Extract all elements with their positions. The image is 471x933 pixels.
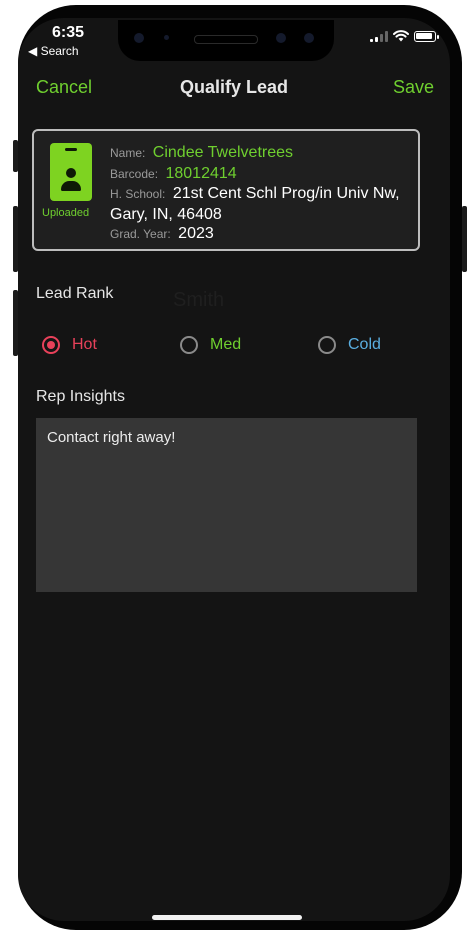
name-label: Name: xyxy=(110,146,146,160)
radio-empty-icon[interactable] xyxy=(180,336,198,354)
grad-year-value: 2023 xyxy=(178,225,214,242)
rank-option-cold[interactable]: Cold xyxy=(318,336,381,354)
badge-slot xyxy=(65,148,77,151)
rank-option-med[interactable]: Med xyxy=(180,336,241,354)
lead-info: Name: Cindee Twelvetrees Barcode: 180124… xyxy=(110,143,406,245)
grad-year-label: Grad. Year: xyxy=(110,227,171,241)
badge-person-head xyxy=(66,168,76,178)
rank-option-hot[interactable]: Hot xyxy=(42,336,97,354)
lead-rank-title: Lead Rank xyxy=(36,285,114,302)
status-time: 6:35 xyxy=(52,24,85,41)
upload-status: Uploaded xyxy=(42,207,90,219)
radio-selected-icon[interactable] xyxy=(42,336,60,354)
barcode-label: Barcode: xyxy=(110,166,159,181)
rank-option-label: Cold xyxy=(348,336,381,353)
school-row: H. School: 21st Cent Schl Prog/in Univ N… xyxy=(110,184,406,224)
id-badge-icon xyxy=(50,143,92,201)
rep-insights-title: Rep Insights xyxy=(36,388,125,405)
barcode-row: Barcode: 18012414 xyxy=(110,164,406,185)
rank-option-label: Hot xyxy=(72,336,97,353)
sensor-dot xyxy=(164,35,169,40)
save-button[interactable]: Save xyxy=(393,77,434,98)
barcode-value: 18012414 xyxy=(165,164,237,182)
badge-person-body xyxy=(61,181,81,191)
grad-year-row: Grad. Year: 2023 xyxy=(110,224,406,245)
status-icons xyxy=(370,30,439,42)
side-button-power xyxy=(462,206,467,272)
dynamic-island xyxy=(118,20,334,61)
school-label: H. School: xyxy=(110,187,166,201)
name-row: Name: Cindee Twelvetrees xyxy=(110,143,406,164)
name-value: Cindee Twelvetrees xyxy=(152,144,294,161)
sensor-dot xyxy=(304,33,314,43)
speaker-grille xyxy=(194,35,258,44)
home-indicator[interactable] xyxy=(152,915,302,920)
ghost-text: Smith xyxy=(173,289,225,311)
back-to-app-link[interactable]: ◀ Search xyxy=(28,44,79,58)
camera-dot xyxy=(276,33,286,43)
rep-insights-textarea[interactable]: Contact right away! xyxy=(36,418,417,592)
lead-card: Uploaded Name: Cindee Twelvetrees Barcod… xyxy=(32,129,420,251)
battery-icon xyxy=(414,30,439,42)
page-title: Qualify Lead xyxy=(179,77,289,97)
wifi-icon xyxy=(393,30,409,42)
app-screen: 6:35 ◀ Search Cancel Qualify Lead Save U… xyxy=(18,18,450,921)
sensor-dot xyxy=(134,33,144,43)
radio-empty-icon[interactable] xyxy=(318,336,336,354)
rank-option-label: Med xyxy=(210,336,242,353)
signal-icon xyxy=(370,30,388,42)
